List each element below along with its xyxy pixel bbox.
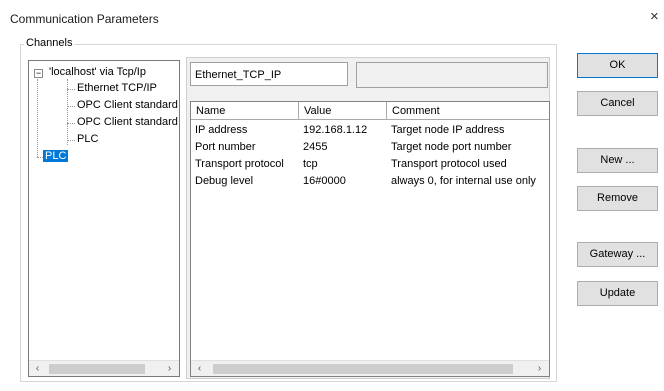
ok-button[interactable]: OK	[577, 53, 658, 78]
driver-info-box	[356, 62, 548, 88]
param-name[interactable]: Debug level	[195, 175, 253, 187]
param-value[interactable]: 192.168.1.12	[303, 124, 367, 136]
scroll-thumb[interactable]	[49, 364, 145, 374]
cancel-button[interactable]: Cancel	[577, 91, 658, 116]
param-name[interactable]: Transport protocol	[195, 158, 284, 170]
close-icon[interactable]: ×	[650, 8, 659, 25]
table-horizontal-scrollbar[interactable]: ‹ ›	[191, 360, 549, 376]
param-comment: Target node port number	[391, 141, 512, 153]
window-title: Communication Parameters	[10, 12, 159, 26]
param-name[interactable]: IP address	[195, 124, 247, 136]
scroll-thumb[interactable]	[213, 364, 513, 374]
driver-name: Ethernet_TCP_IP	[190, 62, 348, 86]
update-button[interactable]: Update	[577, 281, 658, 306]
tree-connector	[67, 89, 75, 90]
param-value[interactable]: 16#0000	[303, 175, 346, 187]
scroll-left-icon[interactable]: ‹	[191, 361, 208, 376]
column-header-value[interactable]: Value	[299, 102, 387, 120]
param-comment: Target node IP address	[391, 124, 505, 136]
tree-item-opc-client-2[interactable]: OPC Client standard	[77, 116, 178, 128]
scroll-right-icon[interactable]: ›	[161, 361, 178, 376]
channels-label: Channels	[24, 37, 75, 49]
tree-connector	[67, 106, 75, 107]
tree-connector	[67, 123, 75, 124]
param-value[interactable]: tcp	[303, 158, 318, 170]
parameters-table[interactable]: Name Value Comment IP address 192.168.1.…	[190, 101, 550, 377]
scroll-right-icon[interactable]: ›	[531, 361, 548, 376]
tree-horizontal-scrollbar[interactable]: ‹ ›	[29, 360, 179, 376]
channels-tree[interactable]: − 'localhost' via Tcp/Ip Ethernet TCP/IP…	[28, 60, 180, 377]
column-header-comment[interactable]: Comment	[387, 102, 549, 120]
tree-item-localhost[interactable]: 'localhost' via Tcp/Ip	[49, 66, 146, 78]
column-header-name[interactable]: Name	[191, 102, 299, 120]
new-button[interactable]: New ...	[577, 148, 658, 173]
tree-connector	[67, 140, 75, 141]
tree-item-plc-selected[interactable]: PLC	[43, 150, 69, 162]
param-comment: always 0, for internal use only	[391, 175, 536, 187]
param-name[interactable]: Port number	[195, 141, 256, 153]
scroll-left-icon[interactable]: ‹	[29, 361, 46, 376]
tree-item-ethernet-tcp-ip[interactable]: Ethernet TCP/IP	[77, 82, 157, 94]
param-value[interactable]: 2455	[303, 141, 327, 153]
gateway-button[interactable]: Gateway ...	[577, 242, 658, 267]
tree-connector	[37, 79, 38, 157]
tree-item-plc[interactable]: PLC	[77, 133, 98, 145]
collapse-icon[interactable]: −	[34, 69, 43, 78]
tree-item-opc-client-1[interactable]: OPC Client standard	[77, 99, 178, 111]
param-comment: Transport protocol used	[391, 158, 507, 170]
remove-button[interactable]: Remove	[577, 186, 658, 211]
